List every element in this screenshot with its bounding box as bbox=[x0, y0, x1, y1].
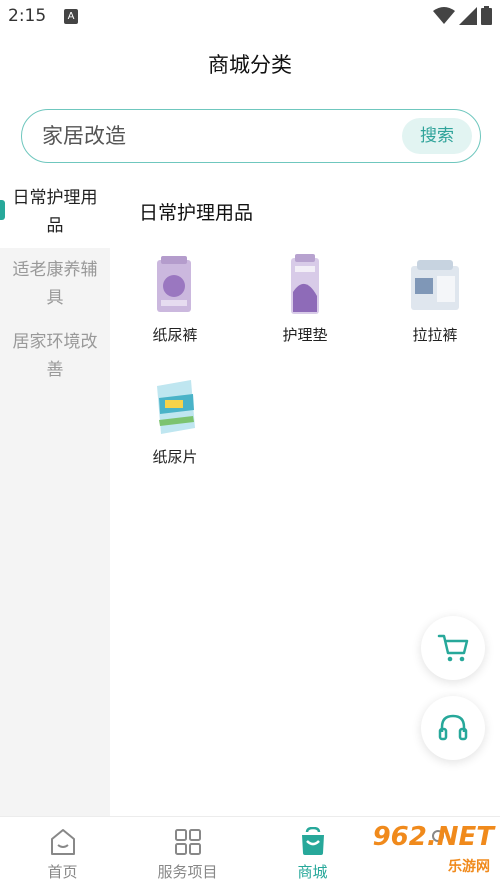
page-title: 商城分类 bbox=[208, 53, 292, 77]
watermark-logo: 962.NET bbox=[372, 822, 494, 852]
nav-home[interactable]: 首页 bbox=[0, 817, 125, 890]
product-item[interactable]: 纸尿片 bbox=[110, 370, 240, 492]
pull-up-pants-image bbox=[411, 260, 459, 310]
product-name: 纸尿裤 bbox=[152, 326, 198, 344]
product-item[interactable]: 拉拉裤 bbox=[370, 248, 500, 370]
product-name: 纸尿片 bbox=[152, 448, 198, 466]
nav-label: 首页 bbox=[47, 863, 78, 881]
headset-icon bbox=[438, 714, 468, 741]
customer-service-button[interactable] bbox=[421, 696, 485, 760]
wifi-icon bbox=[433, 6, 455, 24]
battery-icon bbox=[481, 6, 492, 25]
home-icon bbox=[50, 829, 75, 855]
active-indicator bbox=[0, 200, 5, 220]
diaper-pad-image bbox=[157, 380, 195, 434]
sidebar-item-label: 居家环境改善 bbox=[12, 332, 98, 380]
sidebar-item-label: 适老康养辅具 bbox=[12, 260, 98, 308]
sidebar-item-daily-care[interactable]: 日常护理用品 bbox=[0, 176, 110, 248]
notification-icon: A bbox=[64, 9, 78, 24]
watermark-subtitle: 乐游网 bbox=[448, 859, 490, 875]
sidebar-item-elderly-aids[interactable]: 适老康养辅具 bbox=[0, 248, 110, 320]
signal-icon bbox=[459, 6, 477, 25]
product-item[interactable]: 纸尿裤 bbox=[110, 248, 240, 370]
search-input[interactable] bbox=[42, 119, 382, 153]
nav-services[interactable]: 服务项目 bbox=[125, 817, 250, 890]
category-sidebar: 日常护理用品 适老康养辅具 居家环境改善 bbox=[0, 176, 110, 816]
nursing-pad-image bbox=[291, 254, 319, 314]
product-name: 拉拉裤 bbox=[412, 326, 458, 344]
search-button[interactable]: 搜索 bbox=[402, 118, 472, 154]
nav-shop[interactable]: 商城 bbox=[250, 817, 375, 890]
cart-button[interactable] bbox=[421, 616, 485, 680]
product-name: 护理垫 bbox=[282, 326, 328, 344]
diaper-pack-image bbox=[157, 256, 191, 312]
nav-label: 服务项目 bbox=[157, 863, 218, 881]
sidebar-item-label: 日常护理用品 bbox=[12, 188, 98, 236]
status-icons bbox=[433, 6, 492, 25]
search-bar: 搜索 bbox=[21, 109, 481, 163]
product-grid: 纸尿裤 护理垫 拉拉裤 纸尿片 bbox=[110, 248, 500, 492]
status-bar: 2:15 A bbox=[0, 0, 500, 36]
screen: 2:15 A 商城分类 搜索 日常护理用品 适老康养辅具 bbox=[0, 0, 500, 890]
cart-icon bbox=[437, 634, 469, 662]
product-item[interactable]: 护理垫 bbox=[240, 248, 370, 370]
grid-icon bbox=[174, 829, 201, 855]
nav-label: 商城 bbox=[297, 863, 328, 881]
shop-bag-icon bbox=[301, 827, 324, 855]
sidebar-item-home-improvement[interactable]: 居家环境改善 bbox=[0, 320, 110, 392]
status-time: 2:15 bbox=[8, 6, 47, 26]
section-title: 日常护理用品 bbox=[139, 202, 254, 224]
